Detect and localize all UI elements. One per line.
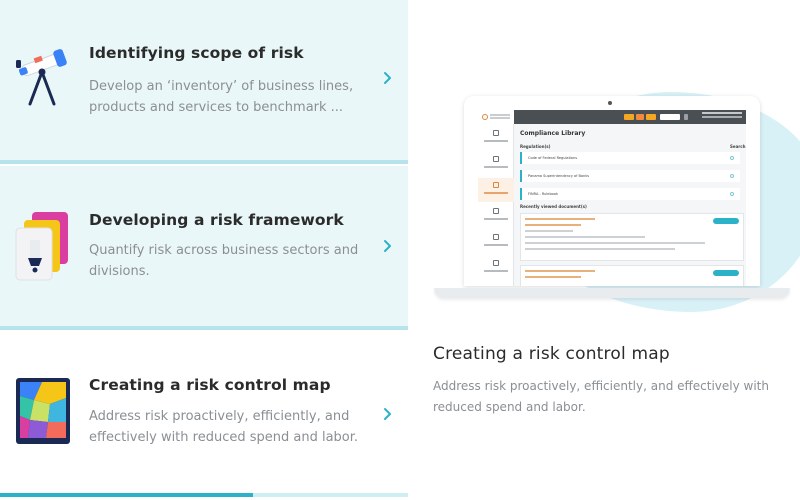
sidebar-item-user-management bbox=[478, 152, 514, 176]
regulation-row: Panama Superintendency of Banks bbox=[520, 170, 740, 182]
card-divider bbox=[0, 160, 408, 164]
feature-list: Identifying scope of risk Develop an ‘in… bbox=[0, 0, 408, 500]
card-description: Address risk proactively, efficiently, a… bbox=[89, 409, 359, 445]
view-button bbox=[713, 270, 739, 276]
sidebar-item-compliance-library bbox=[478, 178, 514, 202]
regulation-name: Panama Superintendency of Banks bbox=[528, 174, 590, 178]
laptop-base bbox=[434, 288, 790, 298]
user-icon bbox=[684, 114, 688, 120]
regulations-heading: Regulation(s) bbox=[520, 144, 551, 149]
app-page-title: Compliance Library bbox=[520, 130, 586, 137]
recent-documents-heading: Recently viewed document(s) bbox=[520, 204, 587, 209]
app-sidebar bbox=[478, 124, 514, 286]
app-logo bbox=[478, 110, 514, 124]
feature-card-framework[interactable]: Developing a risk framework Quantify ris… bbox=[0, 166, 408, 328]
language-select bbox=[660, 114, 680, 120]
chevron-right-icon[interactable] bbox=[381, 238, 393, 254]
colorful-map-icon bbox=[12, 376, 72, 448]
slide-progress-bar bbox=[0, 493, 408, 497]
recent-document-card bbox=[520, 213, 744, 261]
laptop-mockup: Compliance Library Regulation(s) Search … bbox=[464, 96, 760, 286]
recent-document-card bbox=[520, 265, 744, 286]
regulation-name: FINRA - Rulebook bbox=[528, 192, 558, 196]
topbar-chip bbox=[636, 114, 644, 120]
chevron-right-icon[interactable] bbox=[381, 70, 393, 86]
regulation-name: Code of Federal Regulations bbox=[528, 156, 578, 160]
layered-documents-icon bbox=[12, 210, 72, 282]
card-description: Quantify risk across business sectors an… bbox=[89, 243, 359, 279]
sidebar-item-dashboard bbox=[478, 126, 514, 150]
sidebar-item-departments bbox=[478, 204, 514, 228]
sidebar-item-reports bbox=[478, 256, 514, 280]
telescope-icon bbox=[12, 42, 72, 110]
info-icon bbox=[730, 156, 734, 160]
card-description: Develop an ‘inventory’ of business lines… bbox=[89, 79, 354, 115]
chevron-right-icon[interactable] bbox=[381, 406, 393, 422]
topbar-chip bbox=[624, 114, 634, 120]
feature-card-scope[interactable]: Identifying scope of risk Develop an ‘in… bbox=[0, 0, 408, 162]
info-icon bbox=[730, 174, 734, 178]
slide-progress-fill bbox=[0, 493, 253, 497]
camera-dot bbox=[608, 101, 612, 105]
sidebar-item-audit-trail bbox=[478, 230, 514, 254]
regulation-row: Code of Federal Regulations bbox=[520, 152, 740, 164]
regulation-row: FINRA - Rulebook bbox=[520, 188, 740, 200]
feature-card-control-map[interactable]: Creating a risk control map Address risk… bbox=[0, 332, 408, 500]
view-button bbox=[713, 218, 739, 224]
card-divider bbox=[0, 326, 408, 330]
app-topbar bbox=[478, 110, 746, 124]
topbar-chip bbox=[646, 114, 656, 120]
search-label: Search bbox=[730, 144, 746, 149]
info-icon bbox=[730, 192, 734, 196]
card-title: Creating a risk control map bbox=[89, 376, 331, 394]
card-title: Identifying scope of risk bbox=[89, 44, 304, 62]
user-info bbox=[702, 112, 742, 114]
detail-title: Creating a risk control map bbox=[433, 344, 670, 364]
card-title: Developing a risk framework bbox=[89, 211, 344, 229]
detail-description: Address risk proactively, efficiently, a… bbox=[433, 379, 769, 414]
app-screenshot: Compliance Library Regulation(s) Search … bbox=[478, 110, 746, 286]
